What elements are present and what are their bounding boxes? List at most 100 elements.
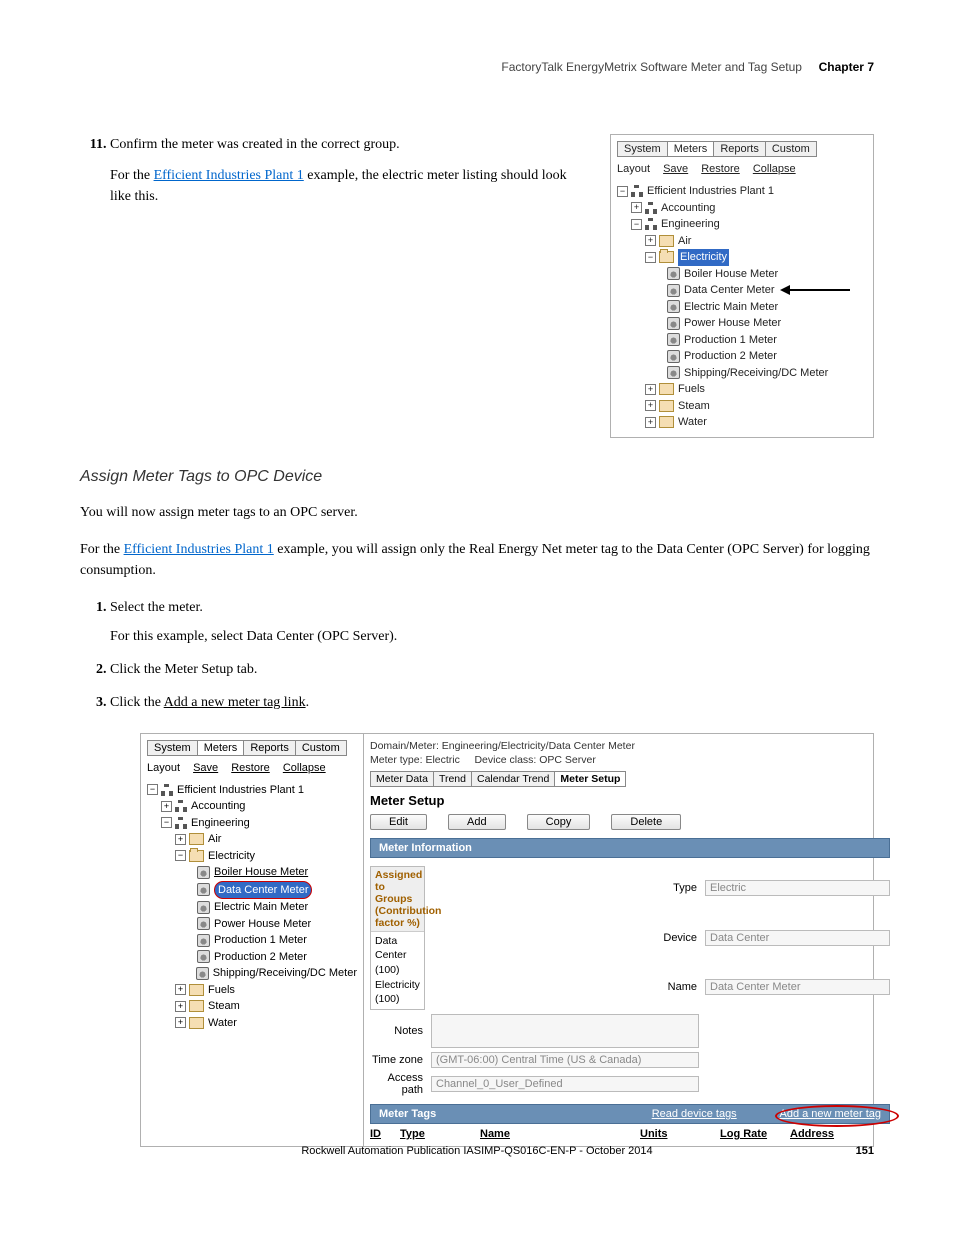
meter-icon (197, 866, 210, 879)
tab-system[interactable]: System (617, 141, 668, 157)
minus-icon[interactable]: − (645, 252, 656, 263)
tree-meter-power[interactable]: Power House Meter (684, 315, 781, 332)
subtab-meter-data[interactable]: Meter Data (370, 771, 434, 787)
tree-meter-ship[interactable]: Shipping/Receiving/DC Meter (684, 365, 828, 382)
tab-reports-2[interactable]: Reports (243, 740, 296, 756)
delete-button[interactable]: Delete (611, 814, 681, 830)
plus-icon[interactable]: + (175, 1017, 186, 1028)
add-new-meter-tag-link[interactable]: Add a new meter tag (779, 1108, 881, 1120)
step-1-detail: For this example, select Data Center (OP… (110, 626, 874, 647)
tree-meter-datacenter-selected[interactable]: Data Center Meter (214, 881, 312, 900)
tree-electricity-2[interactable]: Electricity (208, 848, 255, 865)
minus-icon[interactable]: − (617, 186, 628, 197)
minus-icon[interactable]: − (175, 850, 186, 861)
tree-meter-prod2-2[interactable]: Production 2 Meter (214, 949, 307, 966)
plus-icon[interactable]: + (645, 400, 656, 411)
timezone-field[interactable]: (GMT-06:00) Central Time (US & Canada) (431, 1052, 699, 1068)
org-icon (645, 202, 657, 214)
col-type[interactable]: Type (400, 1128, 480, 1140)
minus-icon[interactable]: − (147, 784, 158, 795)
tree-air[interactable]: Air (678, 233, 691, 250)
tree-fuels-2[interactable]: Fuels (208, 982, 235, 999)
notes-label: Notes (370, 1025, 425, 1037)
toolbar-save-2[interactable]: Save (193, 762, 218, 774)
tab-custom[interactable]: Custom (765, 141, 817, 157)
plus-icon[interactable]: + (175, 834, 186, 845)
efficient-industries-link-2[interactable]: Efficient Industries Plant 1 (124, 542, 274, 557)
tab-reports[interactable]: Reports (713, 141, 766, 157)
tree-engineering[interactable]: Engineering (661, 216, 720, 233)
plus-icon[interactable]: + (175, 984, 186, 995)
toolbar-restore[interactable]: Restore (701, 163, 740, 175)
tree-steam[interactable]: Steam (678, 398, 710, 415)
toolbar-save[interactable]: Save (663, 163, 688, 175)
minus-icon[interactable]: − (631, 219, 642, 230)
meter-tags-column-headers: ID Type Name Units Log Rate Address (370, 1128, 890, 1140)
org-icon (631, 185, 643, 197)
plus-icon[interactable]: + (161, 801, 172, 812)
tab-system-2[interactable]: System (147, 740, 198, 756)
notes-field[interactable] (431, 1014, 699, 1048)
tree-accounting[interactable]: Accounting (661, 200, 715, 217)
subtab-meter-setup[interactable]: Meter Setup (554, 771, 626, 787)
efficient-industries-link[interactable]: Efficient Industries Plant 1 (154, 168, 304, 183)
tree-meter-boiler-2[interactable]: Boiler House Meter (214, 864, 308, 881)
tree-meter-main-2[interactable]: Electric Main Meter (214, 899, 308, 916)
tree-meter-ship-2[interactable]: Shipping/Receiving/DC Meter (213, 965, 357, 982)
tree-meter-main[interactable]: Electric Main Meter (684, 299, 778, 316)
type-field[interactable]: Electric (705, 880, 890, 896)
tree-engineering-2[interactable]: Engineering (191, 815, 250, 832)
tree-steam-2[interactable]: Steam (208, 998, 240, 1015)
col-name[interactable]: Name (480, 1128, 640, 1140)
add-button[interactable]: Add (448, 814, 506, 830)
tree-meter-datacenter[interactable]: Data Center Meter (684, 282, 774, 299)
tree-root[interactable]: Efficient Industries Plant 1 (647, 183, 774, 200)
tree-meter-prod1-2[interactable]: Production 1 Meter (214, 932, 307, 949)
tab-meters-2[interactable]: Meters (197, 740, 245, 756)
col-id[interactable]: ID (370, 1128, 400, 1140)
subtab-calendar-trend[interactable]: Calendar Trend (471, 771, 555, 787)
tree-root-2[interactable]: Efficient Industries Plant 1 (177, 782, 304, 799)
meter-tree: − Efficient Industries Plant 1 + Accountin… (617, 183, 867, 431)
access-path-field[interactable]: Channel_0_User_Defined (431, 1076, 699, 1092)
meter-icon (196, 967, 209, 980)
plus-icon[interactable]: + (175, 1001, 186, 1012)
toolbar-collapse[interactable]: Collapse (753, 163, 796, 175)
device-class-note: Device class: OPC Server (474, 754, 595, 766)
tab-meters[interactable]: Meters (667, 141, 715, 157)
tree-meter-power-2[interactable]: Power House Meter (214, 916, 311, 933)
meter-icon (667, 267, 680, 280)
meter-type-note: Meter type: Electric (370, 754, 460, 766)
plus-icon[interactable]: + (645, 235, 656, 246)
meter-setup-screenshot: System Meters Reports Custom Layout Save… (140, 733, 874, 1147)
tree-meter-boiler[interactable]: Boiler House Meter (684, 266, 778, 283)
tab-custom-2[interactable]: Custom (295, 740, 347, 756)
tree-meter-prod2[interactable]: Production 2 Meter (684, 348, 777, 365)
minus-icon[interactable]: − (161, 817, 172, 828)
read-device-tags-link[interactable]: Read device tags (652, 1108, 737, 1120)
col-units[interactable]: Units (640, 1128, 720, 1140)
toolbar-restore-2[interactable]: Restore (231, 762, 270, 774)
device-field[interactable]: Data Center (705, 930, 890, 946)
folder-icon (189, 1000, 204, 1012)
assigned-group-1: Data Center (100) (375, 934, 420, 978)
tree-water-2[interactable]: Water (208, 1015, 237, 1032)
edit-button[interactable]: Edit (370, 814, 427, 830)
copy-button[interactable]: Copy (527, 814, 591, 830)
plus-icon[interactable]: + (631, 202, 642, 213)
plus-icon[interactable]: + (645, 384, 656, 395)
tree-meter-prod1[interactable]: Production 1 Meter (684, 332, 777, 349)
tree-air-2[interactable]: Air (208, 831, 221, 848)
tree-fuels[interactable]: Fuels (678, 381, 705, 398)
col-address[interactable]: Address (790, 1128, 890, 1140)
col-lograte[interactable]: Log Rate (720, 1128, 790, 1140)
tree-water[interactable]: Water (678, 414, 707, 431)
plus-icon[interactable]: + (645, 417, 656, 428)
tree-accounting-2[interactable]: Accounting (191, 798, 245, 815)
section-heading-assign-meter-tags: Assign Meter Tags to OPC Device (80, 468, 874, 486)
subtab-trend[interactable]: Trend (433, 771, 472, 787)
tree-electricity-selected[interactable]: Electricity (678, 249, 729, 266)
toolbar-collapse-2[interactable]: Collapse (283, 762, 326, 774)
org-icon (161, 784, 173, 796)
name-field[interactable]: Data Center Meter (705, 979, 890, 995)
